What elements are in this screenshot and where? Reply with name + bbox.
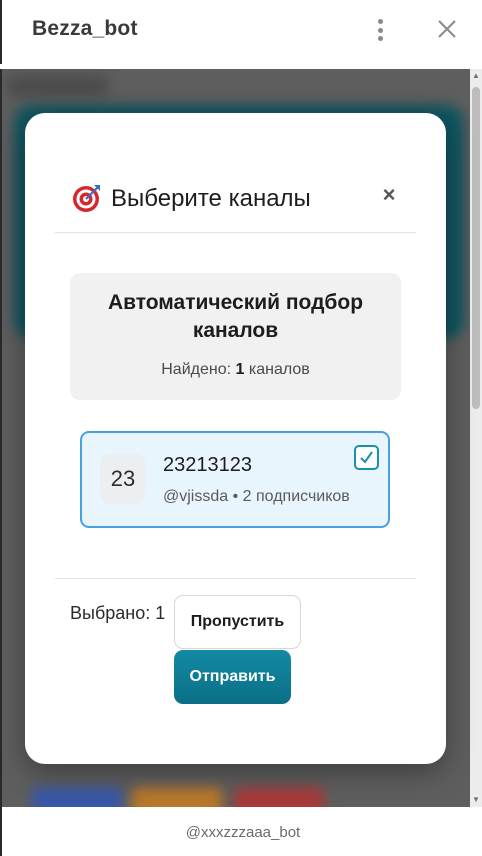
modal-header: Выберите каналы × [55, 177, 416, 233]
bottom-bar: @xxxzzzaaa_bot [0, 807, 482, 856]
background-button [234, 787, 324, 807]
window-header: Bezza_bot [0, 0, 482, 64]
scroll-up-arrow-icon[interactable]: ▲ [472, 71, 480, 81]
scrollbar-thumb[interactable] [472, 87, 480, 409]
background-button [32, 787, 122, 807]
skip-button[interactable]: Пропустить [174, 595, 301, 649]
auto-select-summary: Автоматический подбор каналов Найдено: 1… [70, 273, 401, 400]
found-prefix: Найдено: [161, 361, 236, 378]
direct-hit-target-icon [73, 185, 100, 212]
channel-subtitle: @vjissda • 2 подписчиков [163, 488, 350, 505]
more-vertical-icon[interactable] [370, 16, 390, 44]
channel-checkbox[interactable] [354, 445, 379, 470]
modal-title: Выберите каналы [111, 185, 311, 212]
background-heading [8, 75, 108, 97]
found-count-text: Найдено: 1 каналов [70, 361, 401, 379]
channel-avatar: 23 [100, 454, 146, 504]
channel-select-modal: Выберите каналы × Автоматический подбор … [25, 113, 446, 764]
auto-select-title: Автоматический подбор каналов [107, 291, 364, 342]
divider [55, 578, 416, 579]
channel-name: 23213123 [163, 454, 252, 476]
close-icon[interactable] [434, 16, 460, 42]
checkmark-icon [360, 451, 373, 464]
channel-card[interactable]: 23 23213123 @vjissda • 2 подписчиков [80, 431, 390, 528]
bot-username[interactable]: @xxxzzzaaa_bot [2, 824, 482, 841]
scroll-down-arrow-icon[interactable]: ▼ [472, 795, 480, 805]
send-button[interactable]: Отправить [174, 650, 291, 704]
window-title: Bezza_bot [32, 17, 138, 40]
modal-close-button[interactable]: × [377, 183, 401, 207]
selected-count-label: Выбрано: 1 [70, 603, 166, 623]
scrollbar[interactable]: ▲ ▼ [470, 69, 482, 807]
background-button [132, 787, 222, 807]
found-suffix: каналов [244, 361, 310, 378]
